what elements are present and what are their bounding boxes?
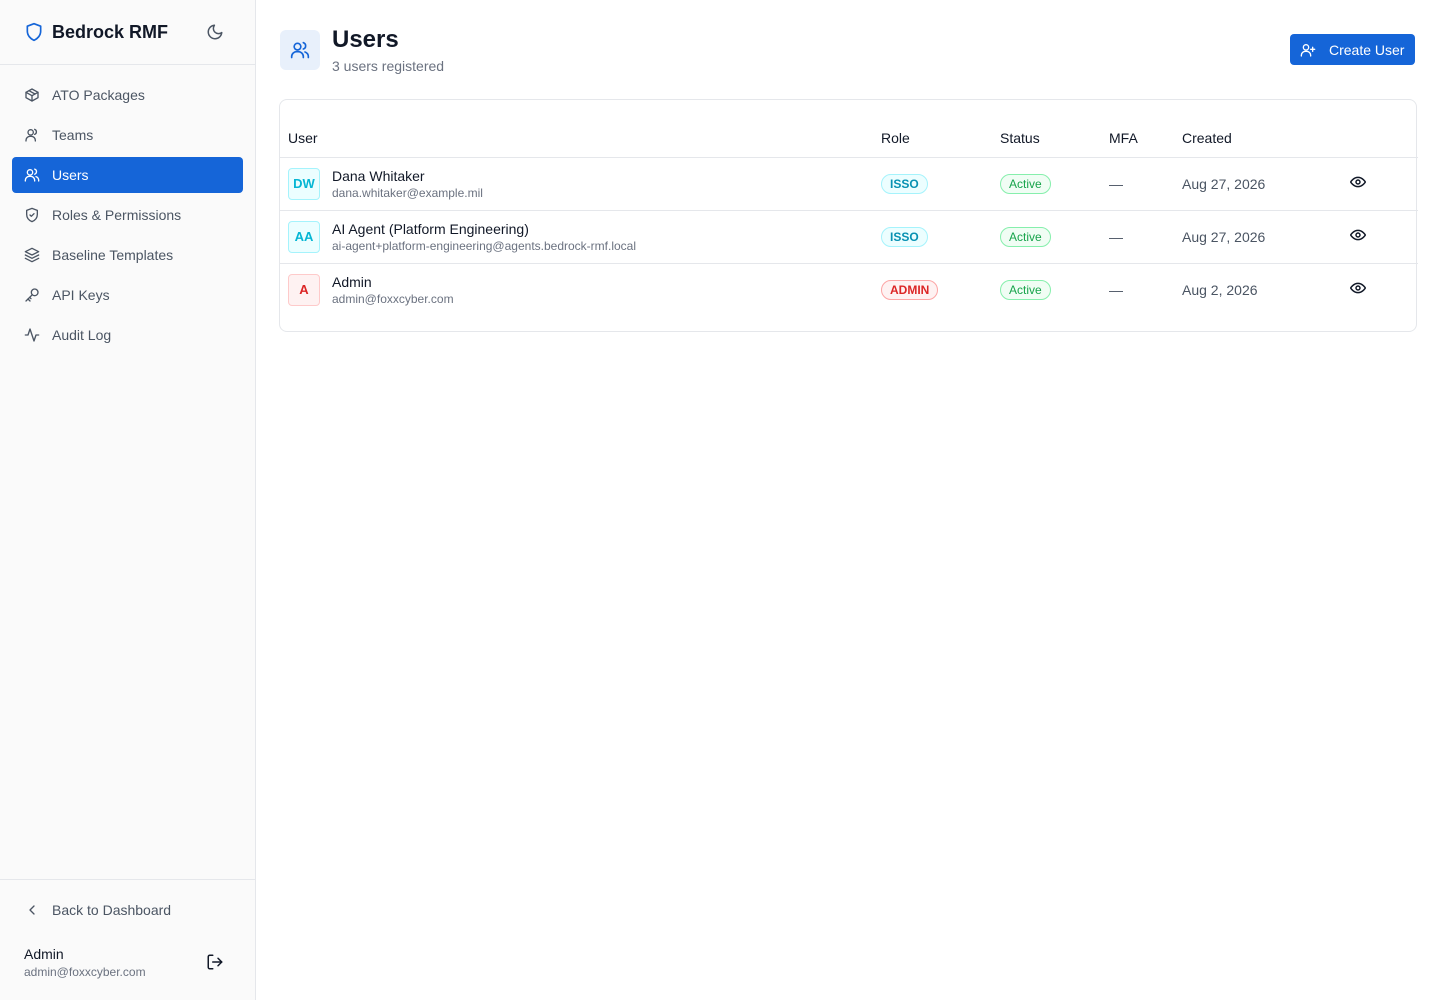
avatar: AA — [288, 220, 320, 253]
actions-cell — [1342, 263, 1418, 316]
user-email: dana.whitaker@example.mil — [332, 185, 483, 200]
column-header-actions — [1342, 100, 1418, 158]
eye-icon[interactable] — [1350, 174, 1366, 190]
page-subtitle: 3 users registered — [332, 58, 445, 74]
status-badge: Active — [1000, 173, 1051, 194]
layers-icon — [24, 247, 40, 263]
account-email: admin@foxxcyber.com — [24, 965, 146, 979]
role-cell: ADMIN — [873, 263, 992, 316]
sidebar-item-label: API Keys — [52, 287, 110, 303]
sidebar: Bedrock RMF ATO Packages Teams Users Rol… — [0, 0, 256, 1000]
user-cell: AA AI Agent (Platform Engineering) ai-ag… — [280, 210, 873, 264]
sidebar-item-label: Users — [52, 167, 89, 183]
role-badge: ISSO — [881, 226, 928, 247]
table-row[interactable]: AA AI Agent (Platform Engineering) ai-ag… — [280, 210, 1418, 264]
create-user-button[interactable]: Create User — [1290, 34, 1415, 65]
status-cell: Active — [992, 210, 1101, 264]
avatar: DW — [288, 167, 320, 200]
sidebar-item-label: Audit Log — [52, 327, 112, 343]
users-icon — [24, 167, 40, 183]
status-cell: Active — [992, 263, 1101, 316]
main-content: Users 3 users registered Create User Use… — [256, 0, 1440, 1000]
column-header-mfa: MFA — [1101, 100, 1174, 158]
table-row[interactable]: A Admin admin@foxxcyber.com ADMIN Active… — [280, 263, 1418, 316]
users-header-icon — [280, 30, 320, 70]
package-icon — [24, 87, 40, 103]
mfa-cell: — — [1101, 157, 1174, 211]
sidebar-footer: Back to Dashboard Admin admin@foxxcyber.… — [0, 879, 255, 979]
account-panel: Admin admin@foxxcyber.com — [24, 946, 234, 979]
eye-icon[interactable] — [1350, 280, 1366, 296]
sidebar-item-api-keys[interactable]: API Keys — [12, 277, 243, 313]
user-name: Admin — [332, 273, 372, 290]
sidebar-item-ato-packages[interactable]: ATO Packages — [12, 77, 243, 113]
user-cell: DW Dana Whitaker dana.whitaker@example.m… — [280, 157, 873, 211]
key-icon — [24, 287, 40, 303]
users-table-card: User Role Status MFA Created DW Dana Whi… — [279, 99, 1418, 332]
users-table: User Role Status MFA Created DW Dana Whi… — [280, 100, 1418, 316]
mfa-cell: — — [1101, 210, 1174, 264]
role-badge: ISSO — [881, 173, 928, 194]
sidebar-item-teams[interactable]: Teams — [12, 117, 243, 153]
sidebar-item-label: Baseline Templates — [52, 247, 174, 263]
logout-icon[interactable] — [206, 953, 224, 971]
shield-logo-icon — [24, 22, 44, 42]
status-badge: Active — [1000, 226, 1051, 247]
table-header-row: User Role Status MFA Created — [280, 100, 1418, 158]
sidebar-item-label: ATO Packages — [52, 87, 145, 103]
shield-check-icon — [24, 207, 40, 223]
moon-icon[interactable] — [206, 23, 224, 41]
user-name: Dana Whitaker — [332, 167, 425, 184]
avatar: A — [288, 273, 320, 306]
user-icon — [24, 127, 40, 143]
brand-header: Bedrock RMF — [0, 0, 255, 65]
sidebar-item-users[interactable]: Users — [12, 157, 243, 193]
eye-icon[interactable] — [1350, 227, 1366, 243]
user-plus-icon — [1300, 42, 1316, 58]
user-name: AI Agent (Platform Engineering) — [332, 220, 529, 237]
sidebar-nav: ATO Packages Teams Users Roles & Permiss… — [0, 65, 255, 353]
activity-icon — [24, 327, 40, 343]
role-cell: ISSO — [873, 210, 992, 264]
user-email: admin@foxxcyber.com — [332, 291, 454, 306]
sidebar-item-baseline-templates[interactable]: Baseline Templates — [12, 237, 243, 273]
sidebar-item-roles-permissions[interactable]: Roles & Permissions — [12, 197, 243, 233]
app-title: Bedrock RMF — [52, 21, 169, 42]
user-cell: A Admin admin@foxxcyber.com — [280, 263, 873, 316]
column-header-user: User — [280, 100, 873, 158]
page-title: Users — [332, 26, 399, 53]
status-cell: Active — [992, 157, 1101, 211]
column-header-status: Status — [992, 100, 1101, 158]
status-badge: Active — [1000, 279, 1051, 300]
column-header-role: Role — [873, 100, 992, 158]
sidebar-item-label: Teams — [52, 127, 94, 143]
user-email: ai-agent+platform-engineering@agents.bed… — [332, 238, 637, 253]
back-to-dashboard-link[interactable]: Back to Dashboard — [0, 880, 255, 940]
role-cell: ISSO — [873, 157, 992, 211]
sidebar-item-audit-log[interactable]: Audit Log — [12, 317, 243, 353]
created-cell: Aug 27, 2026 — [1174, 210, 1342, 264]
created-cell: Aug 2, 2026 — [1182, 281, 1258, 298]
table-row[interactable]: DW Dana Whitaker dana.whitaker@example.m… — [280, 157, 1418, 211]
actions-cell — [1342, 157, 1418, 211]
mfa-cell: — — [1109, 281, 1123, 298]
chevron-left-icon — [24, 902, 40, 918]
back-label: Back to Dashboard — [52, 902, 172, 918]
column-header-created: Created — [1174, 100, 1342, 158]
create-user-label: Create User — [1329, 41, 1405, 58]
actions-cell — [1342, 210, 1418, 264]
created-cell: Aug 27, 2026 — [1174, 157, 1342, 211]
role-badge: ADMIN — [881, 279, 939, 300]
sidebar-item-label: Roles & Permissions — [52, 207, 182, 223]
account-name: Admin — [24, 946, 64, 962]
